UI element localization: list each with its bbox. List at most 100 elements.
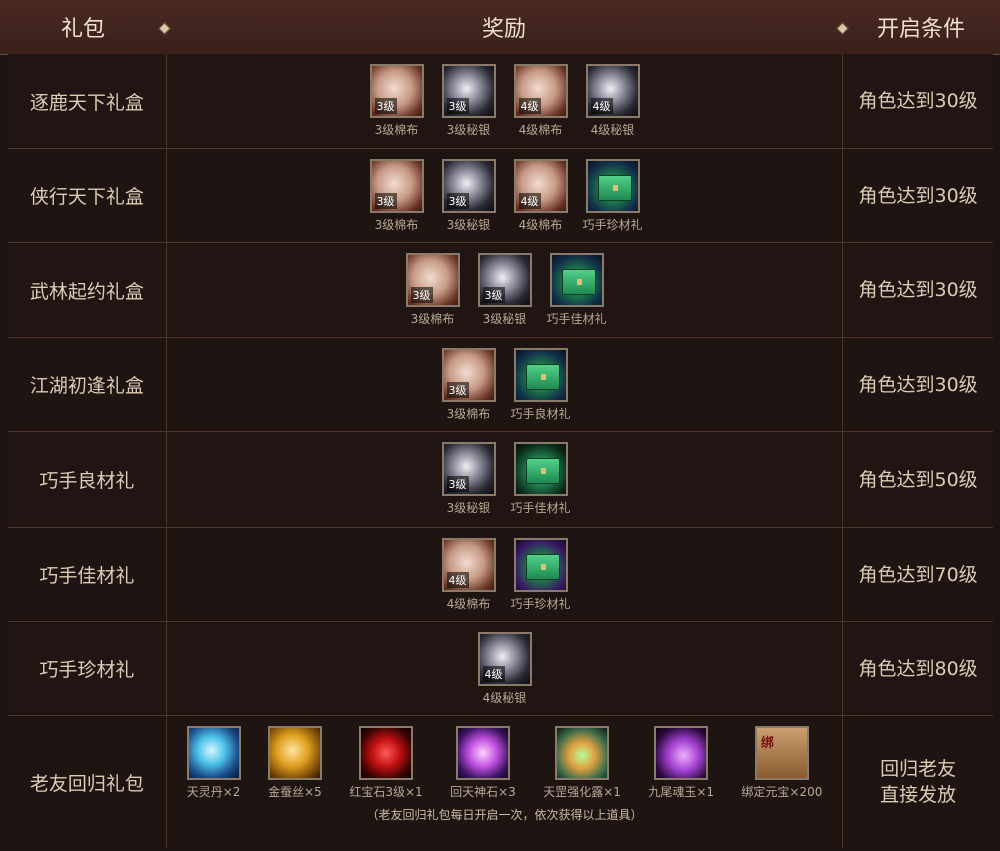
cloth-icon: 3级 [369,159,424,213]
reward-item-label: 天灵丹×2 [186,785,241,799]
reward-item[interactable]: 4级 4级秘银 [585,64,641,138]
silver-ore-icon: 3级 [441,64,496,118]
reward-item-label: 3级棉布 [374,218,419,232]
cloth-icon: 4级 [513,159,568,213]
cloth-icon: 3级 [441,348,496,402]
reward-item[interactable]: 巧手珍材礼 [510,538,571,612]
chest-shape [525,458,560,484]
reward-item[interactable]: 九尾魂玉×1 [648,726,714,800]
open-condition: 角色达到30级 [858,373,978,396]
reward-item-label: 3级秘银 [446,501,491,515]
reward-item-label: 4级秘银 [590,123,635,137]
reward-item[interactable]: 红宝石3级×1 [349,726,423,800]
reward-item[interactable]: 3级 3级秘银 [441,64,497,138]
gold-silk-icon [267,726,322,780]
reward-item[interactable]: 3级 3级秘银 [441,159,497,233]
reward-cell: 3级 3级棉布 巧手良材礼 [167,338,844,431]
gift-name: 江湖初逢礼盒 [8,338,167,431]
reward-item-label: 绑定元宝×200 [741,785,823,799]
reward-item-label: 巧手珍材礼 [510,597,571,611]
reward-item[interactable]: 3级 3级秘银 [441,442,497,516]
reward-item[interactable]: 绑绑定元宝×200 [741,726,822,800]
header-condition-label: 开启条件 [876,17,965,42]
reward-item-label: 3级秘银 [446,123,491,137]
chest-icon [513,442,568,496]
reward-cell: 4级 4级棉布 巧手珍材礼 [167,528,844,621]
reward-item[interactable]: 3级 3级棉布 [369,159,425,233]
silver-ore-icon: 3级 [441,442,496,496]
table-row: 逐鹿天下礼盒 3级 3级棉布 3级 3级秘银 4级 4级棉布 4级 4级秘银 角色达到30级 [8,54,993,149]
reward-item[interactable]: 4级 4级棉布 [441,538,497,612]
chest-shape [525,554,560,580]
chest-icon [585,159,640,213]
cloth-icon: 4级 [513,64,568,118]
reward-item-label: 3级秘银 [482,312,527,326]
reward-item[interactable]: 巧手珍材礼 [582,159,643,233]
reward-item-label: 巧手良材礼 [510,407,571,421]
nine-tail-jade-icon [654,726,709,780]
silver-ore-icon: 3级 [441,159,496,213]
reward-item-label: 3级棉布 [446,407,491,421]
table-row: 巧手良材礼 3级 3级秘银 巧手佳材礼 角色达到50级 [8,432,993,528]
item-level-badge: 4级 [518,193,541,209]
silver-ore-icon: 4级 [585,64,640,118]
cloth-icon: 4级 [441,538,496,592]
header-gift: 礼包 [0,0,171,54]
tianling-pill-icon [186,726,241,780]
reward-item[interactable]: 天罡强化露×1 [543,726,621,800]
reward-item-label: 4级秘银 [482,691,527,705]
item-level-badge: 4级 [482,666,505,682]
header-condition: 开启条件 [842,0,1000,54]
reward-item-label: 3级棉布 [410,312,455,326]
item-level-badge: 4级 [518,98,541,114]
chest-icon [513,348,568,402]
reward-item-label: 金蚕丝×5 [268,785,322,799]
reward-item[interactable]: 金蚕丝×5 [267,726,322,800]
open-condition: 角色达到30级 [858,90,978,112]
header-gift-label: 礼包 [60,17,105,42]
gift-name: 武林起约礼盒 [8,243,167,337]
open-condition: 角色达到30级 [858,279,978,301]
item-level-badge: 3级 [446,382,469,398]
reward-item[interactable]: 3级 3级棉布 [369,64,425,138]
cloth-icon: 3级 [369,64,424,118]
item-level-badge: 3级 [446,193,469,209]
reward-item[interactable]: 天灵丹×2 [186,726,241,800]
item-level-badge: 3级 [374,193,397,209]
reward-item-label: 九尾魂玉×1 [648,785,715,799]
reward-cell: 3级 3级棉布 3级 3级秘银 巧手佳材礼 [167,243,844,337]
reward-cell: 4级 4级秘银 [167,622,844,715]
reward-item[interactable]: 巧手良材礼 [510,348,571,422]
item-level-badge: 3级 [446,98,469,114]
reward-item[interactable]: 3级 3级棉布 [441,348,497,422]
reward-item-label: 4级棉布 [518,218,563,232]
reward-item[interactable]: 3级 3级秘银 [477,253,533,327]
reward-item-label: 3级秘银 [446,218,491,232]
condition-line: 直接发放 [880,784,957,806]
gift-name: 侠行天下礼盒 [8,149,167,242]
chest-shape [525,364,560,390]
reward-item[interactable]: 3级 3级棉布 [405,253,461,327]
table-row-old-friend: 老友回归礼包天灵丹×2 金蚕丝×5 红宝石3级×1 回天神石×3 天罡强化露×1 九尾魂玉… [8,716,993,848]
reward-item-label: 巧手珍材礼 [582,218,643,232]
reward-item-label: 巧手佳材礼 [546,312,607,326]
reward-item[interactable]: 4级 4级棉布 [513,64,569,138]
bound-seal-text: 绑 [760,736,774,751]
reward-item[interactable]: 巧手佳材礼 [546,253,607,327]
reward-item-label: 3级棉布 [374,123,419,137]
table-row: 武林起约礼盒 3级 3级棉布 3级 3级秘银 巧手佳材礼 角色达到30级 [8,243,993,338]
gift-name: 巧手良材礼 [8,432,167,527]
chest-icon [513,538,568,592]
reward-item[interactable]: 回天神石×3 [450,726,516,800]
reward-cell: 3级 3级棉布 3级 3级秘银 4级 4级棉布 巧手珍材礼 [167,149,844,242]
reward-item[interactable]: 4级 4级秘银 [477,632,533,706]
gift-name: 巧手佳材礼 [8,528,167,621]
open-condition: 角色达到70级 [858,563,978,586]
reward-item[interactable]: 4级 4级棉布 [513,159,569,233]
gift-name: 老友回归礼包 [8,716,167,848]
reward-item-label: 红宝石3级×1 [349,785,423,799]
reward-item-label: 天罡强化露×1 [543,785,621,799]
reward-item[interactable]: 巧手佳材礼 [511,442,571,516]
chest-shape [561,269,596,295]
open-condition: 角色达到80级 [858,657,978,680]
